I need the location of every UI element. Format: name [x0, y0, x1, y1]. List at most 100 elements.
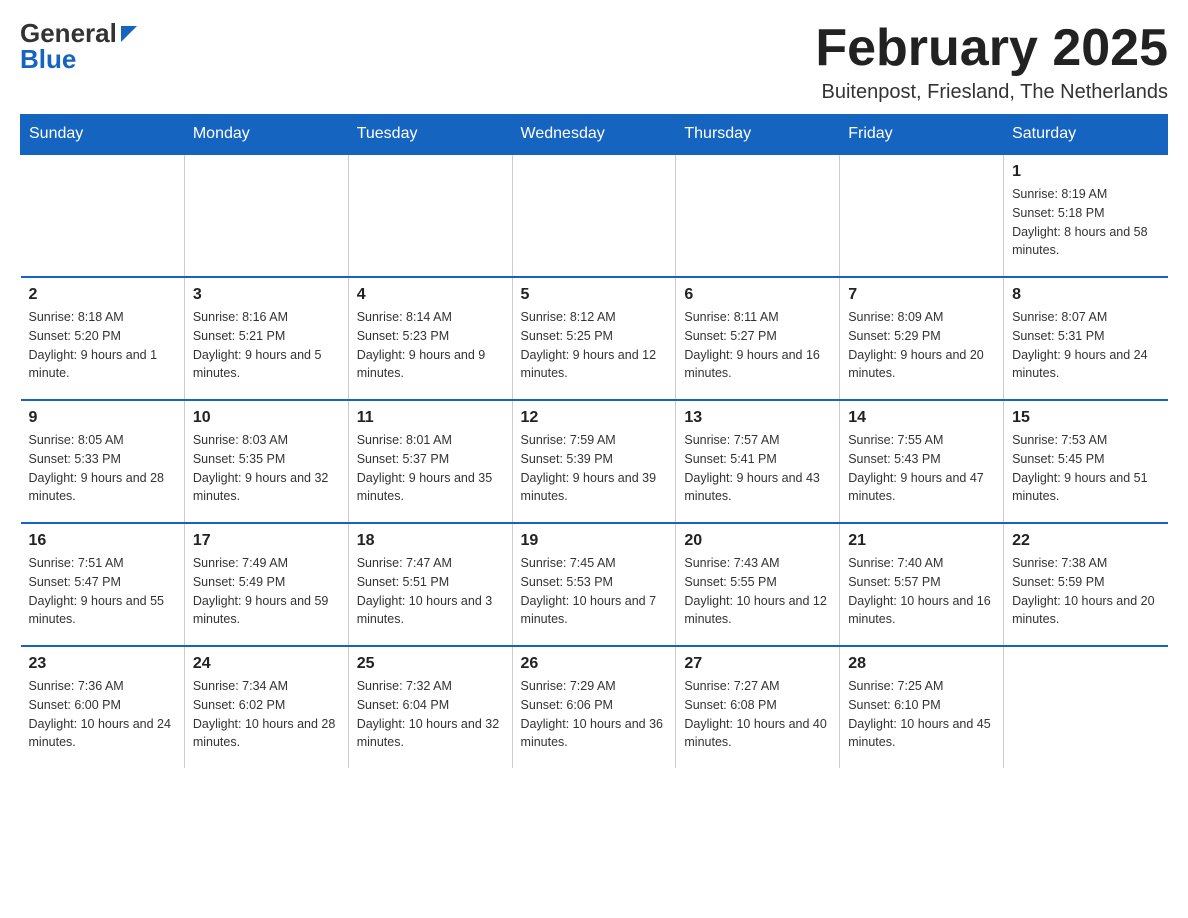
calendar-day-cell: 19 Sunrise: 7:45 AMSunset: 5:53 PMDayligh… — [512, 523, 676, 646]
day-number: 2 — [29, 286, 176, 304]
day-info: Sunrise: 8:03 AMSunset: 5:35 PMDaylight:… — [193, 431, 340, 506]
calendar-day-cell: 7 Sunrise: 8:09 AMSunset: 5:29 PMDaylight… — [840, 277, 1004, 400]
day-number: 1 — [1012, 163, 1159, 181]
day-info: Sunrise: 8:14 AMSunset: 5:23 PMDaylight:… — [357, 308, 504, 383]
location-subtitle: Buitenpost, Friesland, The Netherlands — [815, 81, 1168, 104]
calendar-day-cell: 22Sunrise: 7:38 AMSunset: 5:59 PMDayligh… — [1004, 523, 1168, 646]
logo-triangle-icon — [121, 26, 137, 42]
calendar-day-cell: 16 Sunrise: 7:51 AMSunset: 5:47 PMDayligh… — [21, 523, 185, 646]
day-number: 17 — [193, 532, 340, 550]
calendar-week-row: 2 Sunrise: 8:18 AMSunset: 5:20 PMDaylight… — [21, 277, 1168, 400]
calendar-week-row: 9Sunrise: 8:05 AMSunset: 5:33 PMDaylight… — [21, 400, 1168, 523]
day-number: 26 — [521, 655, 668, 673]
day-info: Sunrise: 7:32 AMSunset: 6:04 PMDaylight:… — [357, 677, 504, 752]
calendar-week-row: 23Sunrise: 7:36 AMSunset: 6:00 PMDayligh… — [21, 646, 1168, 768]
day-info: Sunrise: 7:40 AMSunset: 5:57 PMDaylight:… — [848, 554, 995, 629]
calendar-day-cell — [184, 154, 348, 277]
day-info: Sunrise: 8:01 AMSunset: 5:37 PMDaylight:… — [357, 431, 504, 506]
weekday-header-wednesday: Wednesday — [512, 115, 676, 155]
day-info: Sunrise: 8:12 AMSunset: 5:25 PMDaylight:… — [521, 308, 668, 383]
calendar-day-cell: 5 Sunrise: 8:12 AMSunset: 5:25 PMDaylight… — [512, 277, 676, 400]
day-number: 10 — [193, 409, 340, 427]
weekday-header-monday: Monday — [184, 115, 348, 155]
calendar-day-cell: 14Sunrise: 7:55 AMSunset: 5:43 PMDayligh… — [840, 400, 1004, 523]
day-info: Sunrise: 7:29 AMSunset: 6:06 PMDaylight:… — [521, 677, 668, 752]
calendar-day-cell — [512, 154, 676, 277]
day-info: Sunrise: 7:55 AMSunset: 5:43 PMDaylight:… — [848, 431, 995, 506]
day-number: 4 — [357, 286, 504, 304]
day-info: Sunrise: 7:47 AMSunset: 5:51 PMDaylight:… — [357, 554, 504, 629]
day-info: Sunrise: 7:53 AMSunset: 5:45 PMDaylight:… — [1012, 431, 1159, 506]
calendar-day-cell: 18 Sunrise: 7:47 AMSunset: 5:51 PMDayligh… — [348, 523, 512, 646]
calendar-day-cell — [348, 154, 512, 277]
day-number: 27 — [684, 655, 831, 673]
calendar-day-cell: 3 Sunrise: 8:16 AMSunset: 5:21 PMDaylight… — [184, 277, 348, 400]
day-number: 18 — [357, 532, 504, 550]
weekday-header-sunday: Sunday — [21, 115, 185, 155]
calendar-day-cell: 6 Sunrise: 8:11 AMSunset: 5:27 PMDaylight… — [676, 277, 840, 400]
calendar-header: SundayMondayTuesdayWednesdayThursdayFrid… — [21, 115, 1168, 155]
calendar-day-cell: 4 Sunrise: 8:14 AMSunset: 5:23 PMDaylight… — [348, 277, 512, 400]
day-info: Sunrise: 7:34 AMSunset: 6:02 PMDaylight:… — [193, 677, 340, 752]
day-info: Sunrise: 7:25 AMSunset: 6:10 PMDaylight:… — [848, 677, 995, 752]
day-number: 5 — [521, 286, 668, 304]
day-number: 19 — [521, 532, 668, 550]
weekday-header-tuesday: Tuesday — [348, 115, 512, 155]
logo: General Blue — [20, 20, 137, 72]
calendar-day-cell: 8Sunrise: 8:07 AMSunset: 5:31 PMDaylight… — [1004, 277, 1168, 400]
calendar-day-cell — [1004, 646, 1168, 768]
day-number: 20 — [684, 532, 831, 550]
day-number: 24 — [193, 655, 340, 673]
calendar-day-cell: 28 Sunrise: 7:25 AMSunset: 6:10 PMDayligh… — [840, 646, 1004, 768]
calendar-day-cell: 25Sunrise: 7:32 AMSunset: 6:04 PMDayligh… — [348, 646, 512, 768]
calendar-table: SundayMondayTuesdayWednesdayThursdayFrid… — [20, 114, 1168, 768]
calendar-day-cell — [840, 154, 1004, 277]
calendar-day-cell: 21 Sunrise: 7:40 AMSunset: 5:57 PMDayligh… — [840, 523, 1004, 646]
calendar-day-cell: 1Sunrise: 8:19 AMSunset: 5:18 PMDaylight… — [1004, 154, 1168, 277]
weekday-header-thursday: Thursday — [676, 115, 840, 155]
calendar-day-cell: 10 Sunrise: 8:03 AMSunset: 5:35 PMDayligh… — [184, 400, 348, 523]
calendar-day-cell: 27 Sunrise: 7:27 AMSunset: 6:08 PMDayligh… — [676, 646, 840, 768]
day-number: 28 — [848, 655, 995, 673]
calendar-day-cell: 20 Sunrise: 7:43 AMSunset: 5:55 PMDayligh… — [676, 523, 840, 646]
logo-blue-text: Blue — [20, 46, 137, 72]
calendar-day-cell: 23Sunrise: 7:36 AMSunset: 6:00 PMDayligh… — [21, 646, 185, 768]
calendar-day-cell: 17 Sunrise: 7:49 AMSunset: 5:49 PMDayligh… — [184, 523, 348, 646]
day-info: Sunrise: 7:49 AMSunset: 5:49 PMDaylight:… — [193, 554, 340, 629]
day-number: 13 — [684, 409, 831, 427]
day-number: 12 — [521, 409, 668, 427]
day-info: Sunrise: 7:51 AMSunset: 5:47 PMDaylight:… — [29, 554, 176, 629]
day-info: Sunrise: 7:45 AMSunset: 5:53 PMDaylight:… — [521, 554, 668, 629]
calendar-week-row: 1Sunrise: 8:19 AMSunset: 5:18 PMDaylight… — [21, 154, 1168, 277]
logo-general-text: General — [20, 20, 117, 46]
calendar-day-cell: 13Sunrise: 7:57 AMSunset: 5:41 PMDayligh… — [676, 400, 840, 523]
day-info: Sunrise: 7:59 AMSunset: 5:39 PMDaylight:… — [521, 431, 668, 506]
calendar-week-row: 16 Sunrise: 7:51 AMSunset: 5:47 PMDayligh… — [21, 523, 1168, 646]
day-info: Sunrise: 8:18 AMSunset: 5:20 PMDaylight:… — [29, 308, 176, 383]
day-info: Sunrise: 8:09 AMSunset: 5:29 PMDaylight:… — [848, 308, 995, 383]
day-info: Sunrise: 7:36 AMSunset: 6:00 PMDaylight:… — [29, 677, 176, 752]
calendar-day-cell: 15Sunrise: 7:53 AMSunset: 5:45 PMDayligh… — [1004, 400, 1168, 523]
day-number: 7 — [848, 286, 995, 304]
month-title: February 2025 — [815, 20, 1168, 77]
calendar-day-cell: 2 Sunrise: 8:18 AMSunset: 5:20 PMDaylight… — [21, 277, 185, 400]
day-number: 11 — [357, 409, 504, 427]
day-number: 16 — [29, 532, 176, 550]
weekday-header-friday: Friday — [840, 115, 1004, 155]
calendar-day-cell: 26 Sunrise: 7:29 AMSunset: 6:06 PMDayligh… — [512, 646, 676, 768]
day-info: Sunrise: 8:05 AMSunset: 5:33 PMDaylight:… — [29, 431, 176, 506]
day-info: Sunrise: 7:27 AMSunset: 6:08 PMDaylight:… — [684, 677, 831, 752]
day-number: 21 — [848, 532, 995, 550]
weekday-header-row: SundayMondayTuesdayWednesdayThursdayFrid… — [21, 115, 1168, 155]
day-info: Sunrise: 8:16 AMSunset: 5:21 PMDaylight:… — [193, 308, 340, 383]
calendar-day-cell: 24 Sunrise: 7:34 AMSunset: 6:02 PMDayligh… — [184, 646, 348, 768]
calendar-day-cell: 12 Sunrise: 7:59 AMSunset: 5:39 PMDayligh… — [512, 400, 676, 523]
day-info: Sunrise: 8:11 AMSunset: 5:27 PMDaylight:… — [684, 308, 831, 383]
page-header: General Blue February 2025 Buitenpost, F… — [20, 20, 1168, 104]
day-number: 6 — [684, 286, 831, 304]
day-number: 3 — [193, 286, 340, 304]
calendar-day-cell: 11 Sunrise: 8:01 AMSunset: 5:37 PMDayligh… — [348, 400, 512, 523]
calendar-day-cell — [21, 154, 185, 277]
day-number: 8 — [1012, 286, 1159, 304]
day-info: Sunrise: 7:43 AMSunset: 5:55 PMDaylight:… — [684, 554, 831, 629]
